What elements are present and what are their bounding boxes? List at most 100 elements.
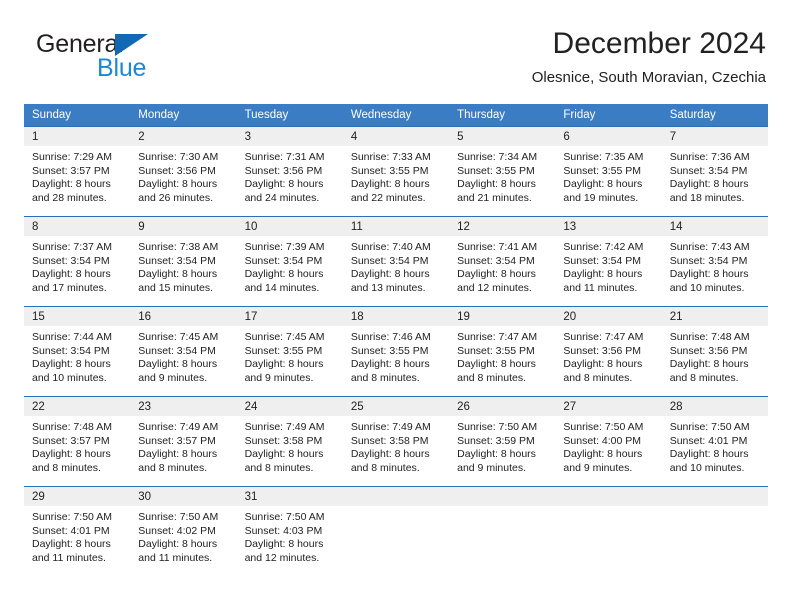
day-cell[interactable]: 15 Sunrise: 7:44 AM Sunset: 3:54 PM Dayl… — [24, 306, 131, 397]
day-cell[interactable]: 19 Sunrise: 7:47 AM Sunset: 3:55 PM Dayl… — [449, 306, 556, 397]
sunset-text: Sunset: 4:02 PM — [138, 524, 216, 537]
daylight-text-line2: and 14 minutes. — [244, 281, 320, 294]
day-cell[interactable]: 31 Sunrise: 7:50 AM Sunset: 4:03 PM Dayl… — [236, 486, 343, 567]
day-cell[interactable]: 28 Sunrise: 7:50 AM Sunset: 4:01 PM Dayl… — [661, 396, 768, 487]
weekday-header-sunday: Sunday — [24, 104, 131, 127]
day-cell[interactable]: 2 Sunrise: 7:30 AM Sunset: 3:56 PM Dayli… — [130, 126, 237, 217]
sunrise-text: Sunrise: 7:34 AM — [457, 151, 538, 163]
day-number: 8 — [24, 217, 131, 236]
day-cell[interactable]: 9 Sunrise: 7:38 AM Sunset: 3:54 PM Dayli… — [130, 216, 237, 307]
day-number: 15 — [24, 307, 131, 326]
weekday-header-thursday: Thursday — [449, 104, 556, 127]
day-cell[interactable]: 16 Sunrise: 7:45 AM Sunset: 3:54 PM Dayl… — [130, 306, 237, 397]
weekday-header-monday: Monday — [130, 104, 237, 127]
daylight-text-line2: and 9 minutes. — [244, 371, 314, 384]
day-cell-empty — [661, 486, 768, 567]
day-number: 18 — [342, 307, 450, 326]
daylight-text-line1: Daylight: 8 hours — [138, 538, 218, 551]
sunrise-text: Sunrise: 7:38 AM — [138, 241, 219, 253]
daylight-text-line1: Daylight: 8 hours — [563, 448, 643, 461]
sunrise-text: Sunrise: 7:39 AM — [244, 241, 325, 253]
day-cell[interactable]: 10 Sunrise: 7:39 AM Sunset: 3:54 PM Dayl… — [236, 216, 343, 307]
calendar-header-row: Sunday Monday Tuesday Wednesday Thursday… — [24, 104, 768, 127]
daylight-text-line2: and 21 minutes. — [457, 191, 532, 204]
calendar-body: 1 Sunrise: 7:29 AM Sunset: 3:57 PM Dayli… — [24, 126, 768, 567]
day-cell[interactable]: 25 Sunrise: 7:49 AM Sunset: 3:58 PM Dayl… — [342, 396, 450, 487]
daylight-text-line2: and 15 minutes. — [138, 281, 213, 294]
sunset-text: Sunset: 3:56 PM — [669, 344, 748, 357]
day-cell[interactable]: 14 Sunrise: 7:43 AM Sunset: 3:54 PM Dayl… — [661, 216, 768, 307]
day-cell[interactable]: 13 Sunrise: 7:42 AM Sunset: 3:54 PM Dayl… — [555, 216, 662, 307]
title-block: December 2024 Olesnice, South Moravian, … — [532, 26, 766, 88]
sunset-text: Sunset: 4:01 PM — [669, 434, 748, 447]
sunset-text: Sunset: 3:56 PM — [138, 164, 216, 177]
weekday-header-tuesday: Tuesday — [236, 104, 343, 127]
day-number: 7 — [661, 127, 768, 146]
day-cell[interactable]: 21 Sunrise: 7:48 AM Sunset: 3:56 PM Dayl… — [661, 306, 768, 397]
daylight-text-line1: Daylight: 8 hours — [350, 358, 430, 371]
calendar-week-row: 15 Sunrise: 7:44 AM Sunset: 3:54 PM Dayl… — [24, 306, 768, 397]
sunrise-text: Sunrise: 7:29 AM — [32, 151, 112, 163]
day-cell[interactable]: 18 Sunrise: 7:46 AM Sunset: 3:55 PM Dayl… — [342, 306, 450, 397]
day-number: 3 — [236, 127, 343, 146]
day-details: Sunrise: 7:41 AM Sunset: 3:54 PM Dayligh… — [449, 236, 555, 295]
sunset-text: Sunset: 3:57 PM — [138, 434, 216, 447]
sunrise-text: Sunrise: 7:41 AM — [457, 241, 538, 253]
sunrise-text: Sunrise: 7:45 AM — [138, 331, 219, 343]
logo-triangle-icon — [115, 34, 148, 56]
day-cell[interactable]: 7 Sunrise: 7:36 AM Sunset: 3:54 PM Dayli… — [661, 126, 768, 217]
sunset-text: Sunset: 3:54 PM — [457, 254, 535, 267]
day-cell[interactable]: 8 Sunrise: 7:37 AM Sunset: 3:54 PM Dayli… — [24, 216, 131, 307]
daylight-text-line2: and 11 minutes. — [32, 551, 106, 564]
day-cell[interactable]: 12 Sunrise: 7:41 AM Sunset: 3:54 PM Dayl… — [449, 216, 556, 307]
day-cell-empty — [555, 486, 662, 567]
day-cell[interactable]: 3 Sunrise: 7:31 AM Sunset: 3:56 PM Dayli… — [236, 126, 343, 217]
day-number: 17 — [236, 307, 343, 326]
daylight-text-line1: Daylight: 8 hours — [32, 448, 111, 461]
day-cell[interactable]: 6 Sunrise: 7:35 AM Sunset: 3:55 PM Dayli… — [555, 126, 662, 217]
sunset-text: Sunset: 3:54 PM — [32, 344, 110, 357]
day-cell[interactable]: 17 Sunrise: 7:45 AM Sunset: 3:55 PM Dayl… — [236, 306, 343, 397]
day-number: 6 — [555, 127, 662, 146]
sunrise-text: Sunrise: 7:46 AM — [350, 331, 431, 343]
day-cell[interactable]: 5 Sunrise: 7:34 AM Sunset: 3:55 PM Dayli… — [449, 126, 556, 217]
daylight-text-line1: Daylight: 8 hours — [563, 178, 643, 191]
day-cell[interactable]: 22 Sunrise: 7:48 AM Sunset: 3:57 PM Dayl… — [24, 396, 131, 487]
daylight-text-line1: Daylight: 8 hours — [244, 178, 324, 191]
day-details: Sunrise: 7:50 AM Sunset: 4:02 PM Dayligh… — [130, 506, 236, 565]
day-number: 26 — [449, 397, 556, 416]
daylight-text-line1: Daylight: 8 hours — [350, 178, 430, 191]
daylight-text-line1: Daylight: 8 hours — [138, 448, 218, 461]
general-blue-logo[interactable]: General Blue — [36, 30, 226, 88]
day-cell[interactable]: 11 Sunrise: 7:40 AM Sunset: 3:54 PM Dayl… — [342, 216, 450, 307]
sunset-text: Sunset: 3:55 PM — [350, 344, 429, 357]
day-details: Sunrise: 7:45 AM Sunset: 3:54 PM Dayligh… — [130, 326, 236, 385]
daylight-text-line2: and 17 minutes. — [32, 281, 107, 294]
daylight-text-line2: and 10 minutes. — [32, 371, 107, 384]
day-cell[interactable]: 4 Sunrise: 7:33 AM Sunset: 3:55 PM Dayli… — [342, 126, 450, 217]
daylight-text-line2: and 9 minutes. — [457, 461, 527, 474]
sunset-text: Sunset: 3:54 PM — [32, 254, 110, 267]
day-number: 12 — [449, 217, 556, 236]
day-cell[interactable]: 30 Sunrise: 7:50 AM Sunset: 4:02 PM Dayl… — [130, 486, 237, 567]
day-number: 5 — [449, 127, 556, 146]
calendar-week-row: 22 Sunrise: 7:48 AM Sunset: 3:57 PM Dayl… — [24, 396, 768, 487]
day-number: 1 — [24, 127, 131, 146]
sunrise-text: Sunrise: 7:50 AM — [138, 511, 219, 523]
day-cell[interactable]: 29 Sunrise: 7:50 AM Sunset: 4:01 PM Dayl… — [24, 486, 131, 567]
day-cell[interactable]: 23 Sunrise: 7:49 AM Sunset: 3:57 PM Dayl… — [130, 396, 237, 487]
day-cell[interactable]: 20 Sunrise: 7:47 AM Sunset: 3:56 PM Dayl… — [555, 306, 662, 397]
day-cell[interactable]: 27 Sunrise: 7:50 AM Sunset: 4:00 PM Dayl… — [555, 396, 662, 487]
daylight-text-line2: and 22 minutes. — [350, 191, 426, 204]
day-cell[interactable]: 1 Sunrise: 7:29 AM Sunset: 3:57 PM Dayli… — [24, 126, 131, 217]
day-number: 24 — [236, 397, 343, 416]
day-cell[interactable]: 24 Sunrise: 7:49 AM Sunset: 3:58 PM Dayl… — [236, 396, 343, 487]
weekday-header-friday: Friday — [555, 104, 662, 127]
day-cell[interactable]: 26 Sunrise: 7:50 AM Sunset: 3:59 PM Dayl… — [449, 396, 556, 487]
sunrise-text: Sunrise: 7:43 AM — [669, 241, 750, 253]
day-details: Sunrise: 7:46 AM Sunset: 3:55 PM Dayligh… — [343, 326, 449, 385]
sunset-text: Sunset: 3:58 PM — [350, 434, 429, 447]
sunset-text: Sunset: 4:01 PM — [32, 524, 110, 537]
daylight-text-line2: and 10 minutes. — [669, 281, 745, 294]
calendar-page: General Blue December 2024 Olesnice, Sou… — [0, 0, 792, 612]
